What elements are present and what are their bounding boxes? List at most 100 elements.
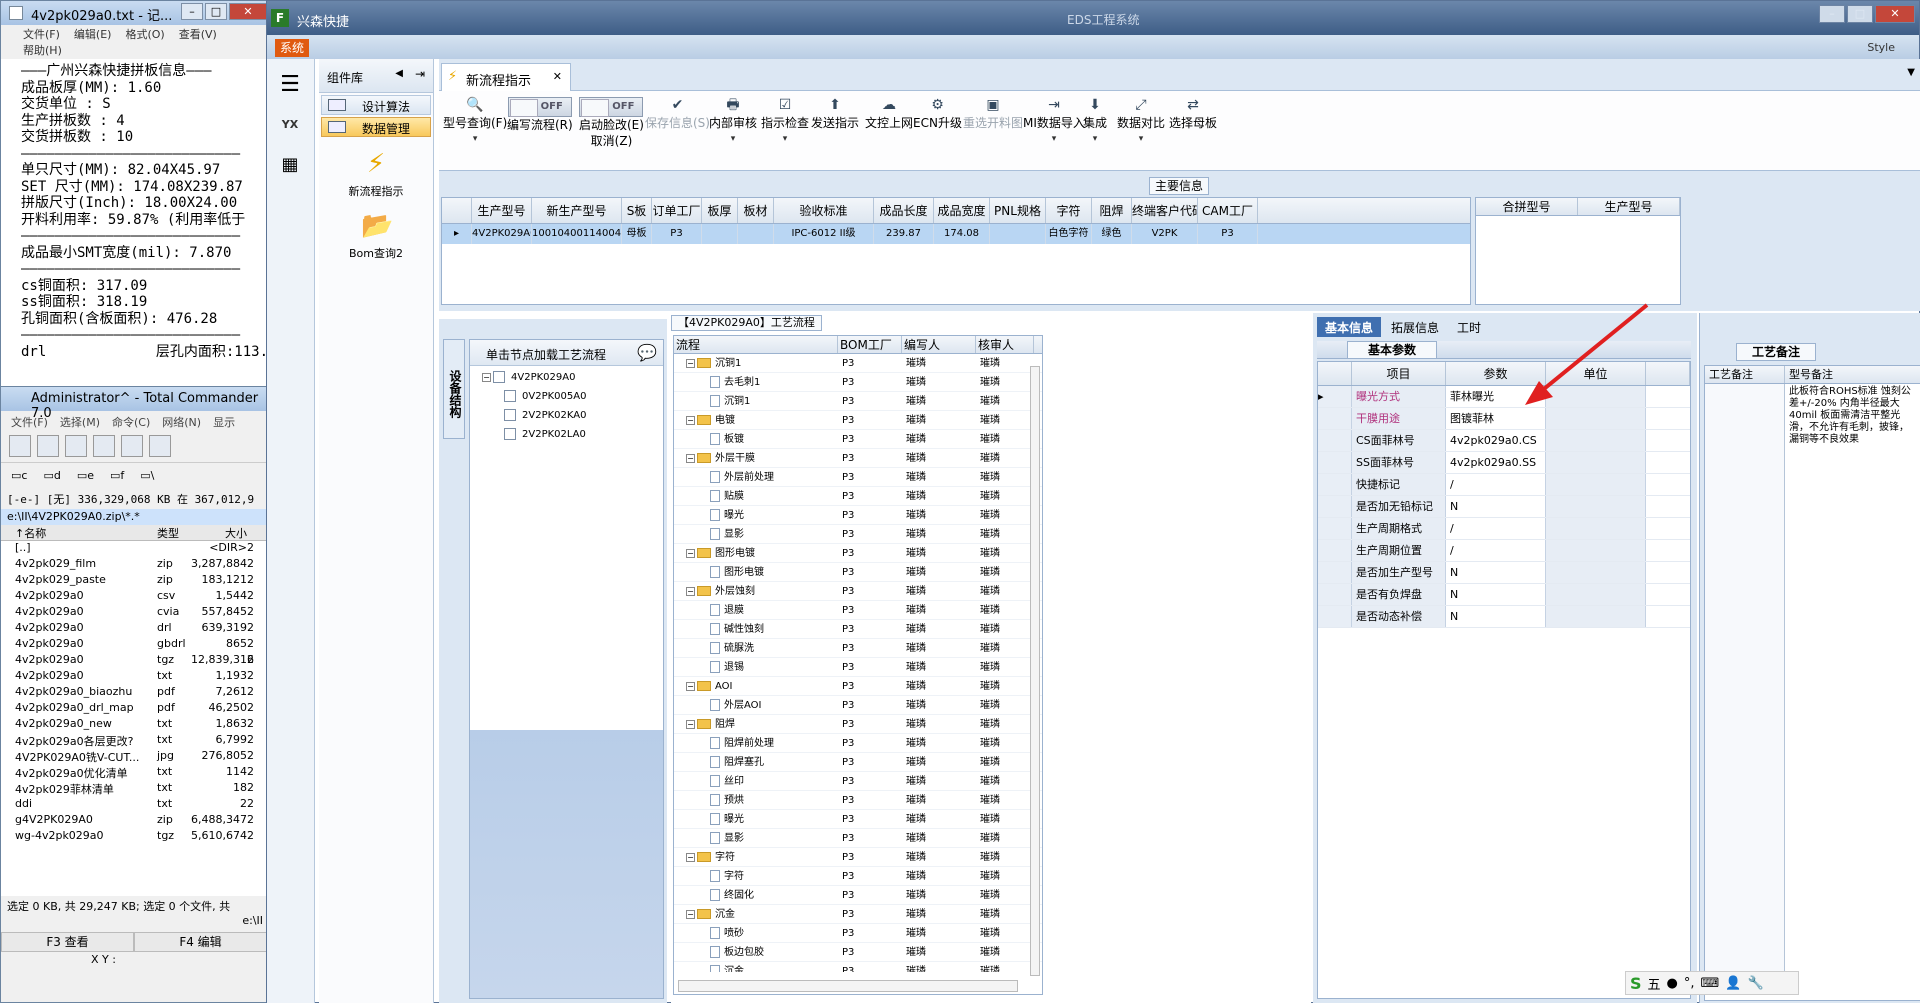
system-menu-button[interactable]: 系统 (275, 39, 309, 57)
param-unit[interactable] (1546, 562, 1646, 583)
grid-cell[interactable] (738, 224, 774, 244)
file-row[interactable]: g4V2PK029A0 zip 6,488,347 2 (1, 813, 267, 829)
row-selector[interactable] (1318, 606, 1352, 627)
column-header[interactable]: 字符 (1046, 198, 1092, 223)
flow-row[interactable]: 碱性蚀刻 P3 璀璘 璀璘 (674, 620, 1042, 639)
param-unit[interactable] (1546, 474, 1646, 495)
ribbon-button[interactable]: ▣ 重选开料图 (963, 97, 1023, 131)
file-row[interactable]: 4v2pk029a0优化清单 txt 114 2 (1, 765, 267, 781)
param-unit[interactable] (1546, 496, 1646, 517)
column-header[interactable]: 新生产型号 (532, 198, 622, 223)
expand-icon[interactable]: − (686, 415, 695, 425)
ribbon-button[interactable]: ☁ 文控上网 (865, 97, 913, 131)
column-header[interactable]: 合拼型号 (1476, 198, 1578, 215)
column-header[interactable]: 编写人 (902, 336, 976, 353)
expand-icon[interactable]: − (686, 681, 695, 691)
tc-cmdline[interactable]: e:\II (1, 914, 267, 932)
file-row[interactable]: 4v2pk029a0 tgz 12,839,316 2 (1, 653, 267, 669)
column-header[interactable]: 成品宽度 (934, 198, 990, 223)
expand-icon[interactable]: − (686, 719, 695, 729)
param-unit[interactable] (1546, 606, 1646, 627)
vertical-scrollbar[interactable] (1030, 366, 1040, 976)
column-header[interactable]: 阻焊 (1092, 198, 1132, 223)
param-unit[interactable] (1546, 452, 1646, 473)
param-value[interactable]: N (1446, 606, 1546, 627)
grid-cell[interactable]: 绿色 (1092, 224, 1132, 244)
row-selector[interactable] (1318, 540, 1352, 561)
toggle-switch[interactable]: OFF (579, 97, 644, 117)
ribbon-button[interactable]: ⇄ 选择母板 (1169, 97, 1217, 131)
expand-icon[interactable]: − (686, 852, 695, 862)
keyboard-icon[interactable]: ⌨ (1701, 976, 1720, 991)
tc-file-list[interactable]: [..] <DIR> 2 4v2pk029_film zip 3,287,884 2 4v2p… (1, 541, 267, 896)
param-grid[interactable]: 项目 参数 单位 ▸ 曝光方式 菲林曝光 干膜用途 图镀菲林 CS面菲林号 4v2pk029a0… (1317, 361, 1691, 999)
ribbon-button[interactable]: ⤢ 数据对比 ▾ (1117, 97, 1165, 147)
file-row[interactable]: 4v2pk029a0 drl 639,319 2 (1, 621, 267, 637)
flow-row[interactable]: 阻焊前处理 P3 璀璘 璀璘 (674, 734, 1042, 753)
column-header[interactable]: PNL规格 (990, 198, 1046, 223)
file-row[interactable]: 4v2pk029a0 gbdrl 865 2 (1, 637, 267, 653)
flow-row[interactable]: − 图形电镀 P3 璀璘 璀璘 (674, 544, 1042, 563)
menu-item[interactable]: 文件(F) (11, 416, 48, 429)
dropdown-icon[interactable]: ▾ (1083, 131, 1107, 147)
column-header[interactable]: 项目 (1352, 362, 1446, 385)
drive-button[interactable]: ▭\ (140, 469, 154, 482)
tab-dropdown-icon[interactable]: ▼ (1907, 67, 1915, 78)
user-icon[interactable]: 👤 (1725, 976, 1741, 991)
expand-icon[interactable]: − (686, 909, 695, 919)
maximize-button[interactable]: □ (205, 3, 227, 20)
dropdown-icon[interactable]: ▾ (709, 131, 757, 147)
flow-row[interactable]: − 外层蚀刻 P3 璀璘 璀璘 (674, 582, 1042, 601)
merge-grid[interactable]: 合拼型号 生产型号 (1475, 197, 1681, 305)
column-header[interactable]: 验收标准 (774, 198, 874, 223)
ribbon-button[interactable]: OFF 编写流程(R) (507, 97, 573, 133)
ime-mode[interactable]: 五 (1648, 974, 1661, 993)
flow-row[interactable]: − 字符 P3 璀璘 璀璘 (674, 848, 1042, 867)
flow-row[interactable]: 去毛刺1 P3 璀璘 璀璘 (674, 373, 1042, 392)
menu-item[interactable]: 命令(C) (112, 416, 150, 429)
param-tab[interactable]: 拓展信息 (1383, 317, 1447, 337)
column-header[interactable]: ↑名称 (1, 525, 157, 540)
column-header[interactable]: 类型 (157, 525, 191, 540)
yx-icon[interactable]: YX (273, 109, 307, 139)
flow-grid[interactable]: 流程 BOM工厂 编写人 核审人 − 沉铜1 P3 璀璘 璀璘 去毛刺1 P3 璀璘 璀璘 沉铜1 P3 璀… (673, 335, 1043, 995)
moon-icon[interactable]: ● (1667, 976, 1678, 991)
tree-node[interactable]: 2V2PK02KA0 (470, 406, 663, 425)
ime-logo-icon[interactable]: S (1630, 974, 1642, 993)
tc-path[interactable]: e:\II\4V2PK029A0.zip\*.* (1, 509, 267, 525)
grid-cell[interactable]: P3 (1198, 224, 1258, 244)
param-row[interactable]: 生产周期位置 / (1318, 540, 1690, 562)
drive-button[interactable]: ▭e (77, 469, 94, 482)
file-row[interactable]: 4v2pk029a0_drl_map pdf 46,250 2 (1, 701, 267, 717)
flow-row[interactable]: 硫脲洗 P3 璀璘 璀璘 (674, 639, 1042, 658)
grid-cell[interactable]: 174.08 (934, 224, 990, 244)
checkbox[interactable] (504, 428, 516, 440)
style-menu[interactable]: Style (1867, 41, 1895, 54)
param-value[interactable]: / (1446, 540, 1546, 561)
dropdown-icon[interactable]: ▾ (443, 131, 507, 147)
flow-row[interactable]: 阻焊塞孔 P3 璀璘 璀璘 (674, 753, 1042, 772)
grid-cell[interactable]: V2PK (1132, 224, 1198, 244)
expand-icon[interactable]: − (686, 453, 695, 463)
param-value[interactable]: / (1446, 518, 1546, 539)
menu-item[interactable]: 帮助(H) (23, 44, 62, 57)
ribbon-button[interactable]: 🖶 内部审核 ▾ (709, 97, 757, 147)
column-header[interactable]: 生产型号 (1578, 198, 1680, 215)
drive-button[interactable]: ▭f (110, 469, 124, 482)
flow-row[interactable]: 显影 P3 璀璘 璀璘 (674, 525, 1042, 544)
star-icon[interactable] (93, 435, 115, 457)
tool-bom-query[interactable]: 📂 Bom查询2 (326, 211, 426, 261)
complib-item-design[interactable]: 设计算法 (321, 95, 431, 115)
row-selector[interactable]: ▸ (442, 224, 472, 244)
column-header[interactable]: 核审人 (976, 336, 1034, 353)
horizontal-scrollbar[interactable] (678, 980, 1018, 992)
checkbox[interactable] (504, 390, 516, 402)
flow-row[interactable]: 喷砂 P3 璀璘 璀璘 (674, 924, 1042, 943)
drive-button[interactable]: ▭d (43, 469, 60, 482)
row-selector[interactable] (1318, 562, 1352, 583)
param-row[interactable]: 快捷标记 / (1318, 474, 1690, 496)
param-unit[interactable] (1546, 540, 1646, 561)
main-info-grid[interactable]: 生产型号 新生产型号 S板 订单工厂 板厚 板材 验收标准 成品长度 成品宽度 PNL规格 字符 阻焊… (441, 197, 1471, 305)
grid-cell[interactable]: 4V2PK029A0 (472, 224, 532, 244)
param-unit[interactable] (1546, 518, 1646, 539)
